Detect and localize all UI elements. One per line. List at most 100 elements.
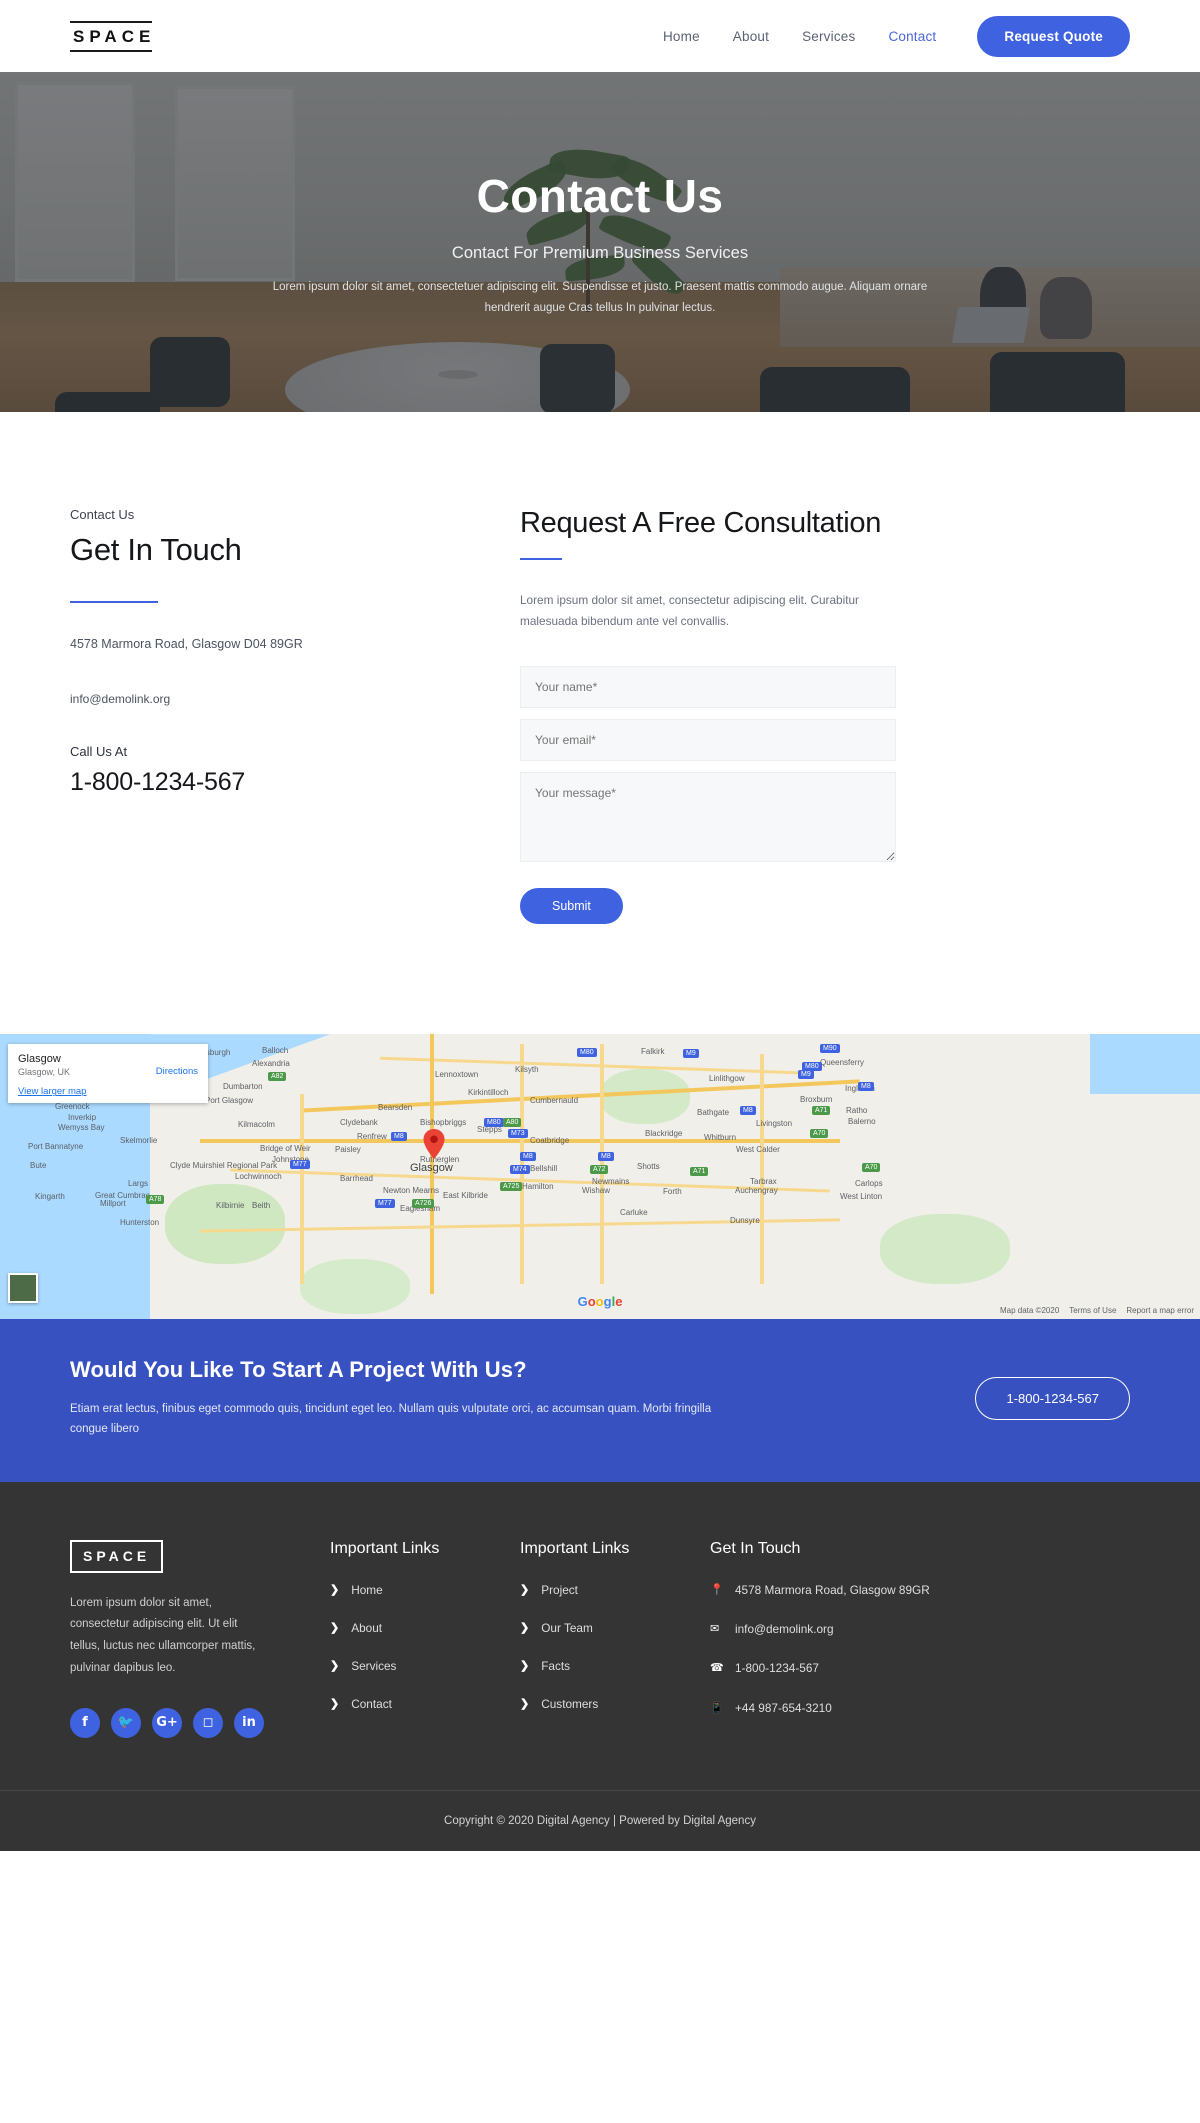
footer-phone-2[interactable]: 📱 +44 987-654-3210 (710, 1701, 970, 1716)
site-footer: SPACE Lorem ipsum dolor sit amet, consec… (0, 1481, 1200, 1791)
map-place-label: Falkirk (641, 1047, 665, 1057)
map-place-label: Kilmacolm (238, 1120, 275, 1130)
cta-phone-button[interactable]: 1-800-1234-567 (975, 1376, 1130, 1420)
map-place-label: Linlithgow (709, 1074, 745, 1084)
nav-item-about[interactable]: About (733, 29, 769, 44)
map-place-label: Kilsyth (515, 1065, 539, 1075)
map-view-larger-link[interactable]: View larger map (18, 1086, 198, 1097)
nav-item-contact[interactable]: Contact (888, 29, 936, 44)
map-place-label: Bute (30, 1161, 47, 1171)
footer-link-our-team[interactable]: ❯ Our Team (520, 1621, 710, 1635)
logo-text: SPACE (73, 26, 156, 46)
footer-phone-1[interactable]: ☎ 1-800-1234-567 (710, 1661, 970, 1676)
site-logo[interactable]: SPACE (70, 20, 156, 52)
linkedin-icon[interactable]: in (234, 1707, 264, 1738)
map-place-label: West Linton (840, 1192, 883, 1202)
nav-item-home[interactable]: Home (663, 29, 700, 44)
hero-paragraph: Lorem ipsum dolor sit amet, consectetuer… (272, 280, 928, 315)
footer-link-services[interactable]: ❯ Services (330, 1659, 520, 1673)
chevron-right-icon: ❯ (520, 1583, 530, 1596)
submit-button[interactable]: Submit (520, 888, 623, 925)
instagram-icon[interactable]: ◻ (193, 1707, 223, 1738)
nav-item-services[interactable]: Services (802, 29, 855, 44)
map-place-label: Barrhead (340, 1174, 373, 1184)
footer-description: Lorem ipsum dolor sit amet, consectetur … (70, 1596, 256, 1675)
contact-email[interactable]: info@demolink.org (70, 692, 460, 706)
contact-info-column: Contact Us Get In Touch 4578 Marmora Roa… (70, 507, 460, 797)
map-road-badge: M80 (802, 1062, 822, 1072)
map-place-label: Port Bannatyne (28, 1142, 84, 1152)
contact-title: Get In Touch (70, 532, 242, 567)
footer-link-home[interactable]: ❯ Home (330, 1583, 520, 1597)
main-navigation: Home About Services Contact Request Quot… (663, 15, 1130, 57)
map-place-label: Forth (663, 1187, 682, 1197)
map-place-label: Whitburn (704, 1133, 737, 1143)
map-pin-icon: 📍 (710, 1583, 724, 1596)
map-road-badge: M77 (290, 1160, 310, 1170)
map-place-label: Carluke (620, 1208, 648, 1218)
chevron-right-icon: ❯ (330, 1583, 340, 1596)
map-road-badge: M90 (820, 1044, 840, 1054)
facebook-icon[interactable]: f (70, 1707, 100, 1738)
map-place-label: Lochwinnoch (235, 1172, 282, 1182)
footer-link-facts[interactable]: ❯ Facts (520, 1659, 710, 1673)
map-place-label: Tarbrax (750, 1177, 777, 1187)
cta-text: Etiam erat lectus, finibus eget commodo … (70, 1403, 712, 1436)
map-place-label: Dumbarton (223, 1082, 263, 1092)
map-place-label: Renfrew (357, 1132, 387, 1142)
phone-icon: ☎ (710, 1662, 724, 1675)
footer-link-label: Home (351, 1582, 383, 1597)
map-road-badge: A71 (812, 1106, 831, 1116)
location-map[interactable]: HelensburghBallochAlexandriaLennoxtownKi… (0, 1034, 1200, 1320)
mobile-icon: 📱 (710, 1701, 724, 1714)
footer-email[interactable]: ✉ info@demolink.org (710, 1622, 970, 1637)
footer-link-customers[interactable]: ❯ Customers (520, 1697, 710, 1711)
chevron-right-icon: ❯ (330, 1698, 340, 1711)
map-report-link[interactable]: Report a map error (1126, 1306, 1194, 1315)
map-road-badge: A70 (862, 1163, 881, 1173)
map-place-label: Largs (128, 1179, 149, 1189)
hero-title: Contact Us (476, 170, 724, 222)
map-place-label: Greenock (55, 1102, 90, 1112)
map-place-label: Newmains (592, 1177, 630, 1187)
map-terms-link[interactable]: Terms of Use (1069, 1306, 1116, 1315)
map-road-badge: M73 (508, 1129, 528, 1139)
map-directions-link[interactable]: Directions (156, 1066, 198, 1077)
footer-link-label: Facts (541, 1659, 571, 1674)
footer-link-about[interactable]: ❯ About (330, 1621, 520, 1635)
contact-divider (70, 601, 158, 603)
footer-links-column-1: Important Links ❯ Home ❯ About ❯ Service… (330, 1540, 520, 1741)
map-place-label: Newton Mearns (383, 1186, 440, 1196)
map-place-label: Livingston (756, 1119, 793, 1129)
email-input[interactable] (520, 719, 896, 762)
twitter-icon[interactable]: 🐦 (111, 1707, 141, 1738)
map-place-label: Auchengray (735, 1186, 778, 1196)
message-input[interactable] (520, 772, 896, 863)
map-place-label: Kirkintilloch (468, 1088, 509, 1098)
map-road-badge: M80 (577, 1048, 597, 1058)
request-quote-button[interactable]: Request Quote (977, 15, 1130, 57)
footer-links-column-2: Important Links ❯ Project ❯ Our Team ❯ F… (520, 1540, 710, 1741)
name-input[interactable] (520, 666, 896, 709)
footer-link-label: Contact (351, 1697, 392, 1712)
map-satellite-thumbnail[interactable] (8, 1273, 38, 1304)
footer-link-contact[interactable]: ❯ Contact (330, 1697, 520, 1711)
map-road-badge: M8 (858, 1082, 874, 1092)
footer-link-label: Our Team (541, 1620, 593, 1635)
footer-email-text: info@demolink.org (735, 1621, 834, 1636)
map-road-badge: M8 (520, 1152, 536, 1162)
contact-phone[interactable]: 1-800-1234-567 (70, 768, 460, 797)
contact-eyebrow: Contact Us (70, 507, 135, 522)
map-place-label: Kilbirnie (216, 1201, 245, 1211)
map-road-badge: M80 (484, 1118, 504, 1128)
footer-link-project[interactable]: ❯ Project (520, 1583, 710, 1597)
map-road-badge: M9 (798, 1070, 814, 1080)
map-place-label: Queensferry (820, 1058, 865, 1068)
map-place-label: Coatbridge (530, 1136, 570, 1146)
map-place-label: Wishaw (582, 1186, 611, 1196)
google-plus-icon[interactable]: G+ (152, 1707, 182, 1738)
map-place-label: Ratho (846, 1106, 868, 1116)
form-title: Request A Free Consultation (520, 507, 882, 539)
footer-logo[interactable]: SPACE (70, 1539, 164, 1573)
footer-col3-title: Important Links (520, 1539, 630, 1557)
